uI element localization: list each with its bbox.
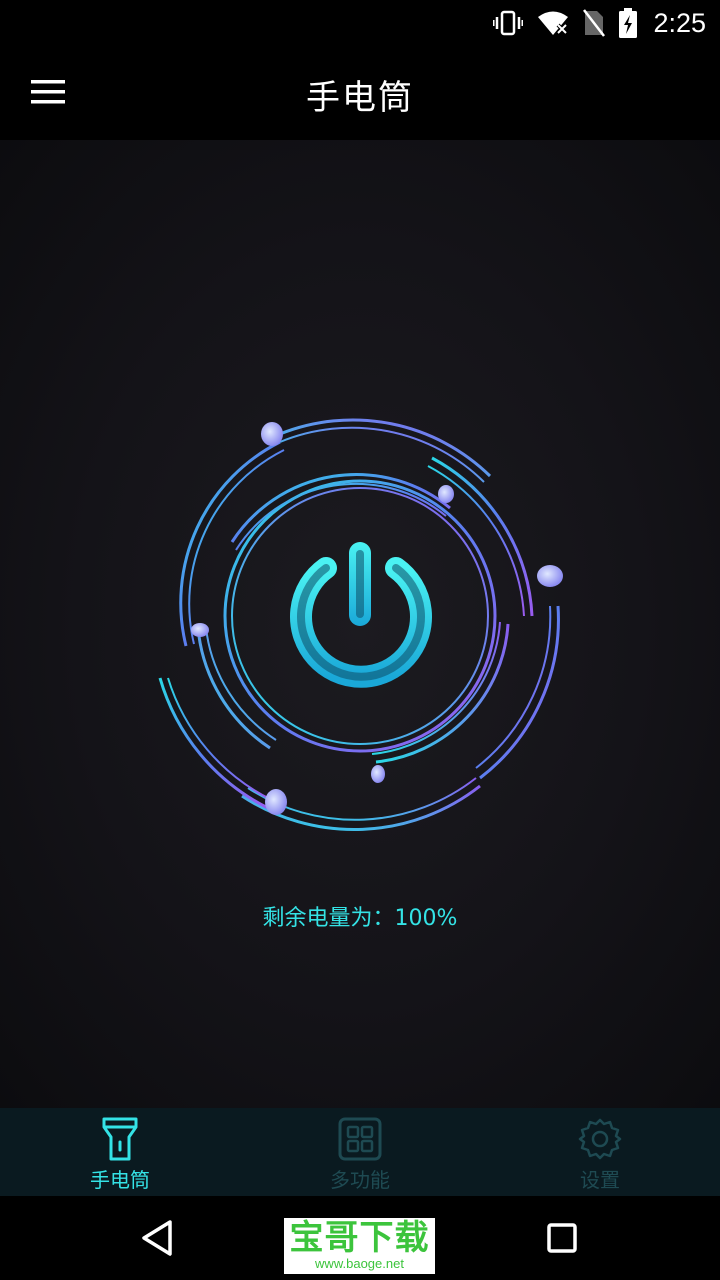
screen: 2:25 手电筒 剩余电量为：100% 手电筒 多功能 设置 宝哥下载 www.… [0,0,720,1280]
bottom-tab-bar: 手电筒 多功能 设置 [0,1108,720,1196]
status-time: 2:25 [653,7,706,38]
battery-level-text: 剩余电量为：100% [262,906,458,931]
tab-label: 设置 [580,1168,620,1192]
power-button[interactable] [150,416,570,836]
tab-label: 手电筒 [90,1168,150,1192]
flashlight-icon [100,1116,140,1162]
status-icons: 2:25 [493,6,706,40]
status-bar: 2:25 [0,0,720,46]
tab-settings[interactable]: 设置 [480,1108,720,1196]
battery-charging-icon [619,8,638,38]
tab-multifunction[interactable]: 多功能 [240,1108,480,1196]
watermark: 宝哥下载 www.baoge.net [284,1218,435,1274]
watermark-title: 宝哥下载 [289,1218,430,1258]
app-bar: 手电筒 [0,46,720,140]
no-sim-icon [583,9,606,37]
power-rings-graphic [158,418,563,832]
tab-flashlight[interactable]: 手电筒 [0,1108,240,1196]
watermark-url: www.baoge.net [315,1256,404,1271]
power-icon [290,542,432,688]
back-button[interactable] [136,1216,180,1260]
grid-icon [338,1116,382,1162]
gear-icon [578,1116,622,1162]
recent-apps-button[interactable] [540,1216,584,1260]
recent-apps-square-icon [540,1223,584,1264]
tab-label: 多功能 [330,1168,390,1192]
back-triangle-icon [136,1220,180,1264]
main-content: 剩余电量为：100% [0,140,720,1108]
page-title: 手电筒 [306,78,414,118]
vibrate-icon [493,9,524,37]
wifi-icon [537,10,569,36]
